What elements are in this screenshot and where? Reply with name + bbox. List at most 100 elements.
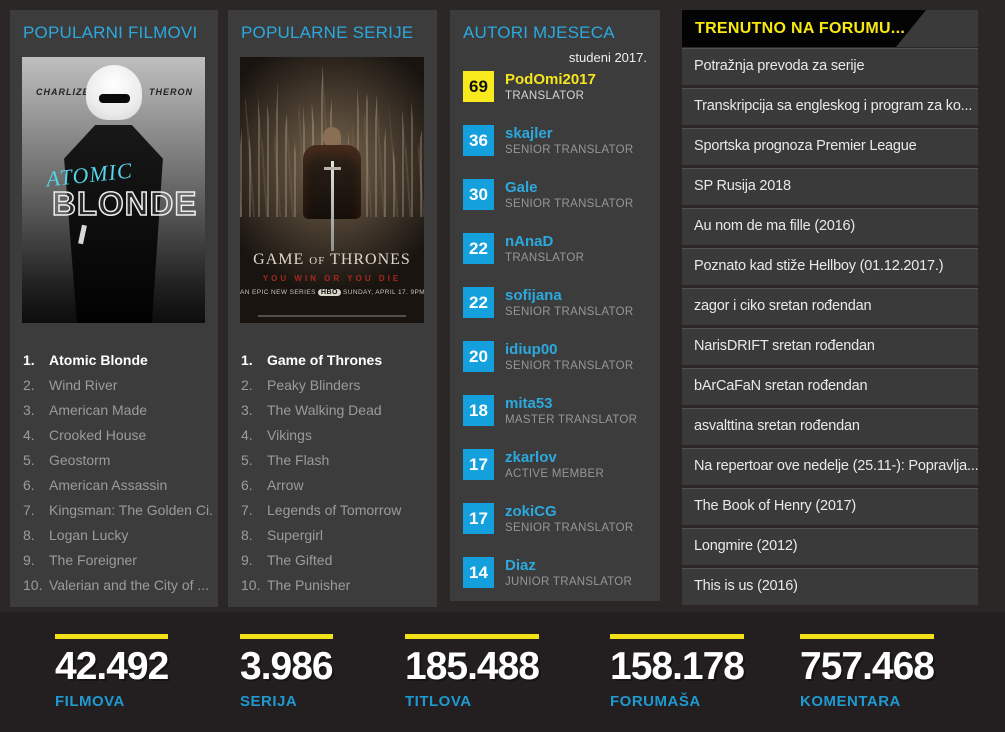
atomic-blonde-poster[interactable]: CHARLIZE THERON ATOMIC BLONDE: [22, 57, 205, 323]
author-role: TRANSLATOR: [505, 252, 584, 264]
author-entry[interactable]: 22 nAnaD TRANSLATOR: [463, 233, 652, 264]
series-rank: 10.: [241, 573, 267, 598]
series-rank: 3.: [241, 398, 267, 423]
author-entry[interactable]: 17 zkarlov ACTIVE MEMBER: [463, 449, 652, 480]
series-title: Supergirl: [267, 527, 323, 543]
forum-topic[interactable]: Na repertoar ove nedelje (25.11-): Popra…: [682, 448, 978, 485]
author-entry[interactable]: 36 skajler SENIOR TRANSLATOR: [463, 125, 652, 156]
forum-topic[interactable]: Transkripcija sa engleskog i program za …: [682, 88, 978, 125]
subtitle-count-badge: 36: [463, 125, 494, 156]
forum-topic[interactable]: This is us (2016): [682, 568, 978, 605]
forum-topic[interactable]: The Book of Henry (2017): [682, 488, 978, 525]
movie-list-item[interactable]: 4.Crooked House: [23, 423, 212, 448]
forum-topic[interactable]: zagor i ciko sretan rođendan: [682, 288, 978, 325]
author-name[interactable]: zkarlov: [505, 449, 604, 466]
movie-list-item[interactable]: 1.Atomic Blonde: [23, 348, 212, 373]
series-list-item[interactable]: 2.Peaky Blinders: [241, 373, 431, 398]
poster-footer-left: AN EPIC NEW SERIES: [240, 289, 316, 296]
forum-topic[interactable]: Potražnja prevoda za serije: [682, 48, 978, 85]
top-section: POPULARNI FILMOVI CHARLIZE THERON ATOMIC…: [0, 0, 1005, 612]
movie-rank: 1.: [23, 348, 49, 373]
author-entry[interactable]: 20 idiup00 SENIOR TRANSLATOR: [463, 341, 652, 372]
movie-list-item[interactable]: 3.American Made: [23, 398, 212, 423]
stat-yellow-underline: [55, 634, 168, 639]
author-name[interactable]: nAnaD: [505, 233, 584, 250]
author-name[interactable]: PodOmi2017: [505, 71, 596, 88]
author-name[interactable]: mita53: [505, 395, 637, 412]
author-name[interactable]: sofijana: [505, 287, 633, 304]
author-role: MASTER TRANSLATOR: [505, 414, 637, 426]
movie-list-item[interactable]: 7.Kingsman: The Golden Ci...: [23, 498, 212, 523]
got-word-game: GAME: [253, 251, 304, 268]
hbo-logo: HBO: [318, 289, 341, 296]
author-name[interactable]: Diaz: [505, 557, 632, 574]
movie-title: Logan Lucky: [49, 527, 128, 543]
series-list-item[interactable]: 6.Arrow: [241, 473, 431, 498]
author-role: SENIOR TRANSLATOR: [505, 360, 633, 372]
author-role: SENIOR TRANSLATOR: [505, 306, 633, 318]
forum-topic[interactable]: asvalttina sretan rođendan: [682, 408, 978, 445]
stat-label: KOMENTARA: [800, 693, 934, 710]
author-name[interactable]: zokiCG: [505, 503, 633, 520]
series-list-item[interactable]: 1.Game of Thrones: [241, 348, 431, 373]
series-title: The Gifted: [267, 552, 332, 568]
author-entry[interactable]: 69 PodOmi2017 TRANSLATOR: [463, 71, 652, 102]
movie-list-item[interactable]: 5.Geostorm: [23, 448, 212, 473]
series-rank: 5.: [241, 448, 267, 473]
forum-topic[interactable]: Au nom de ma fille (2016): [682, 208, 978, 245]
stat-yellow-underline: [405, 634, 539, 639]
forum-topic[interactable]: SP Rusija 2018: [682, 168, 978, 205]
series-list-item[interactable]: 4.Vikings: [241, 423, 431, 448]
movie-title: Wind River: [49, 377, 117, 393]
forum-topic[interactable]: NarisDRIFT sretan rođendan: [682, 328, 978, 365]
movie-list-item[interactable]: 10.Valerian and the City of ...: [23, 573, 212, 598]
forum-topic[interactable]: Sportska prognoza Premier League: [682, 128, 978, 165]
stat-value: 757.468: [800, 647, 934, 686]
popular-series-title: POPULARNE SERIJE: [241, 23, 413, 43]
movie-title: Crooked House: [49, 427, 146, 443]
movie-list-item[interactable]: 9.The Foreigner: [23, 548, 212, 573]
series-list-item[interactable]: 7.Legends of Tomorrow: [241, 498, 431, 523]
popular-series-panel: POPULARNE SERIJE GAME OF THRONES YOU WIN…: [228, 10, 437, 607]
author-name[interactable]: idiup00: [505, 341, 633, 358]
movie-title: Kingsman: The Golden Ci...: [49, 502, 212, 518]
author-name[interactable]: Gale: [505, 179, 633, 196]
author-info: Gale SENIOR TRANSLATOR: [505, 179, 633, 210]
author-entry[interactable]: 14 Diaz JUNIOR TRANSLATOR: [463, 557, 652, 588]
author-entry[interactable]: 18 mita53 MASTER TRANSLATOR: [463, 395, 652, 426]
author-entry[interactable]: 17 zokiCG SENIOR TRANSLATOR: [463, 503, 652, 534]
movie-title: Atomic Blonde: [49, 352, 148, 368]
poster-footer-right: SUNDAY, APRIL 17. 9PM: [343, 289, 424, 296]
series-list-item[interactable]: 5.The Flash: [241, 448, 431, 473]
author-name[interactable]: skajler: [505, 125, 633, 142]
series-title: The Walking Dead: [267, 402, 382, 418]
series-list-item[interactable]: 8.Supergirl: [241, 523, 431, 548]
author-entry[interactable]: 30 Gale SENIOR TRANSLATOR: [463, 179, 652, 210]
forum-topic[interactable]: bArCaFaN sretan rođendan: [682, 368, 978, 405]
popular-series-list: 1.Game of Thrones 2.Peaky Blinders 3.The…: [241, 348, 431, 598]
forum-topic[interactable]: Longmire (2012): [682, 528, 978, 565]
sword-figure: [331, 161, 334, 251]
movie-rank: 5.: [23, 448, 49, 473]
author-role: JUNIOR TRANSLATOR: [505, 576, 632, 588]
forum-topic[interactable]: Poznato kad stiže Hellboy (01.12.2017.): [682, 248, 978, 285]
series-list-item[interactable]: 9.The Gifted: [241, 548, 431, 573]
game-of-thrones-poster[interactable]: GAME OF THRONES YOU WIN OR YOU DIE AN EP…: [240, 57, 424, 323]
movie-list-item[interactable]: 8.Logan Lucky: [23, 523, 212, 548]
series-rank: 1.: [241, 348, 267, 373]
author-entry[interactable]: 22 sofijana SENIOR TRANSLATOR: [463, 287, 652, 318]
subtitle-count-badge: 20: [463, 341, 494, 372]
stat-yellow-underline: [610, 634, 744, 639]
authors-title: AUTORI MJESECA: [463, 23, 615, 43]
author-info: zkarlov ACTIVE MEMBER: [505, 449, 604, 480]
stat-block: 158.178 FORUMAŠA: [610, 634, 744, 710]
stat-yellow-underline: [800, 634, 934, 639]
series-list-item[interactable]: 3.The Walking Dead: [241, 398, 431, 423]
movie-list-item[interactable]: 6.American Assassin: [23, 473, 212, 498]
movie-rank: 4.: [23, 423, 49, 448]
subtitle-count-badge: 69: [463, 71, 494, 102]
series-list-item[interactable]: 10.The Punisher: [241, 573, 431, 598]
subtitle-count-badge: 14: [463, 557, 494, 588]
movie-list-item[interactable]: 2.Wind River: [23, 373, 212, 398]
subtitle-count-badge: 17: [463, 503, 494, 534]
